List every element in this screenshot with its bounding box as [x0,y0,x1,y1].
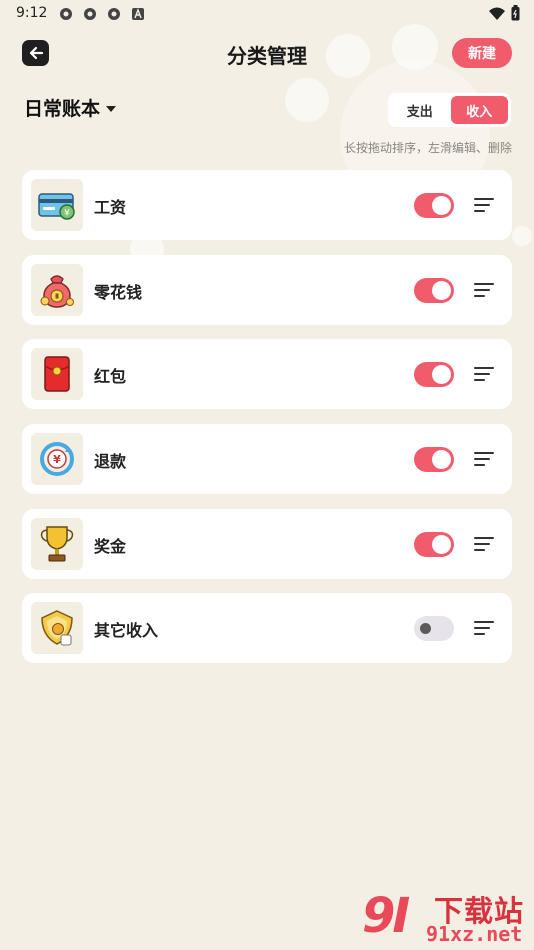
category-label: 退款 [94,452,127,472]
category-toggle[interactable] [414,193,454,218]
decor-bubble [512,226,532,246]
drag-handle-icon[interactable] [474,281,496,299]
segment-income[interactable]: 收入 [450,96,508,124]
app-notification-icon [106,6,122,22]
list-item[interactable]: 奖金 [22,508,512,579]
watermark-url: 91xz.net [426,922,523,946]
drag-handle-icon[interactable] [474,365,496,383]
other-income-icon [31,602,83,655]
app-notification-icon [58,6,74,22]
svg-text:¥: ¥ [64,209,70,219]
category-label: 零花钱 [94,282,143,302]
notification-icons [58,6,146,22]
caret-down-icon [106,105,117,112]
salary-card-icon: ¥ [31,179,83,231]
list-item[interactable]: 零花钱 [22,254,512,325]
category-toggle[interactable] [414,277,454,303]
category-label: 其它收入 [94,621,159,641]
drag-handle-icon[interactable] [474,619,496,637]
category-toggle[interactable] [414,447,454,473]
list-item[interactable]: 其它收入 [22,593,512,664]
red-envelope-icon [31,348,83,401]
wifi-icon [489,6,505,25]
category-toggle[interactable] [414,362,454,388]
watermark: 9I 下载站 91xz.net [362,886,534,950]
money-bag-icon [31,263,83,316]
decor-bubble [285,78,329,122]
category-label: 工资 [94,198,127,217]
type-segment-control: 支出 收入 [388,93,511,127]
category-toggle[interactable] [414,616,454,642]
category-toggle[interactable] [414,531,454,557]
drag-handle-icon[interactable] [474,196,496,214]
battery-icon [511,5,520,25]
new-category-button[interactable]: 新建 [452,38,512,68]
svg-text:¥: ¥ [53,453,61,466]
app-notification-icon [82,6,98,22]
drag-handle-icon[interactable] [474,450,496,468]
font-notification-icon [130,6,146,22]
list-item[interactable]: 红包 [22,339,512,410]
category-label: 红包 [94,367,127,387]
system-status-icons [489,5,520,25]
status-time: 9:12 [16,5,48,21]
category-list: ¥ 工资 零花钱 红包 ¥ 退款 奖金 其它收入 [22,170,512,678]
category-label: 奖金 [94,536,127,556]
list-item[interactable]: ¥ 退款 [22,424,512,495]
book-name: 日常账本 [24,98,101,120]
drag-handle-icon[interactable] [474,535,496,553]
list-item[interactable]: ¥ 工资 [22,170,512,240]
refund-icon: ¥ [31,433,83,486]
segment-expense[interactable]: 支出 [391,96,449,124]
watermark-logo-icon: 9I [362,888,410,944]
book-selector[interactable]: 日常账本 [24,94,117,121]
status-bar: 9:12 [0,0,534,28]
trophy-icon [31,517,83,570]
sort-hint: 长按拖动排序，左滑编辑、删除 [343,141,512,155]
